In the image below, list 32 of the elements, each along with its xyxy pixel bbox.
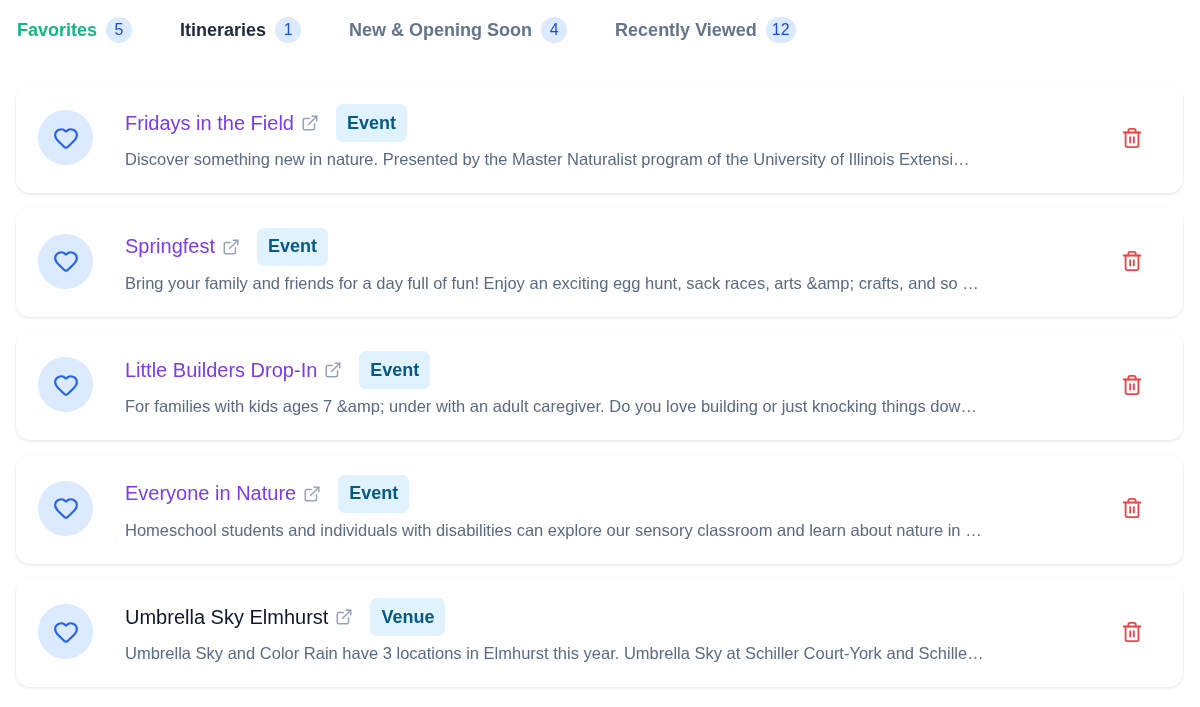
external-link-icon[interactable] [303, 484, 322, 503]
delete-button[interactable] [1121, 126, 1143, 149]
title-link[interactable]: Fridays in the Field [125, 111, 294, 135]
external-link-icon[interactable] [324, 361, 343, 379]
description: Bring your family and friends for a day full of fun! Enjoy an exciting egg hunt, sack races, arts &amp; crafts, and so … [125, 272, 980, 294]
delete-button[interactable] [1121, 373, 1143, 396]
count-badge: 12 [765, 17, 796, 43]
external-link-icon[interactable] [222, 237, 241, 256]
count-badge: 4 [541, 17, 568, 43]
description: Discover something new in nature. Presented by the Master Naturalist program of the University of Illinois Extensi… [125, 149, 971, 170]
type-badge: Event [338, 474, 410, 513]
delete-button[interactable] [1121, 497, 1143, 519]
title-link[interactable]: Little Builders Drop-In [125, 358, 318, 382]
delete-button[interactable] [1121, 620, 1143, 643]
count-badge: 5 [106, 17, 133, 43]
description: For families with kids ages 7 &amp; under with an adult caregiver. Do you love building or just knocking things dow… [125, 396, 978, 417]
type-badge: Event [359, 351, 431, 389]
type-badge: Event [257, 227, 329, 266]
external-link-icon[interactable] [300, 114, 319, 132]
count-badge: 1 [275, 17, 302, 43]
external-link-icon[interactable] [335, 608, 354, 626]
tab[interactable]: Itineraries [180, 19, 267, 41]
description: Umbrella Sky and Color Rain have 3 locations in Elmhurst this year. Umbrella Sky at Schiller Court-York and Schille… [125, 643, 985, 664]
title-link[interactable]: Umbrella Sky Elmhurst [125, 605, 329, 629]
type-badge: Event [335, 104, 407, 142]
tab[interactable]: New & Opening Soon [349, 19, 533, 41]
tab[interactable]: Recently Viewed [615, 19, 757, 41]
delete-button[interactable] [1121, 250, 1143, 272]
type-badge: Venue [370, 598, 446, 636]
description: Homeschool students and individuals with disabilities can explore our sensory classroom and learn about nature in … [125, 519, 983, 541]
title-link[interactable]: Springfest [125, 235, 216, 258]
title-link[interactable]: Everyone in Nature [125, 482, 297, 505]
